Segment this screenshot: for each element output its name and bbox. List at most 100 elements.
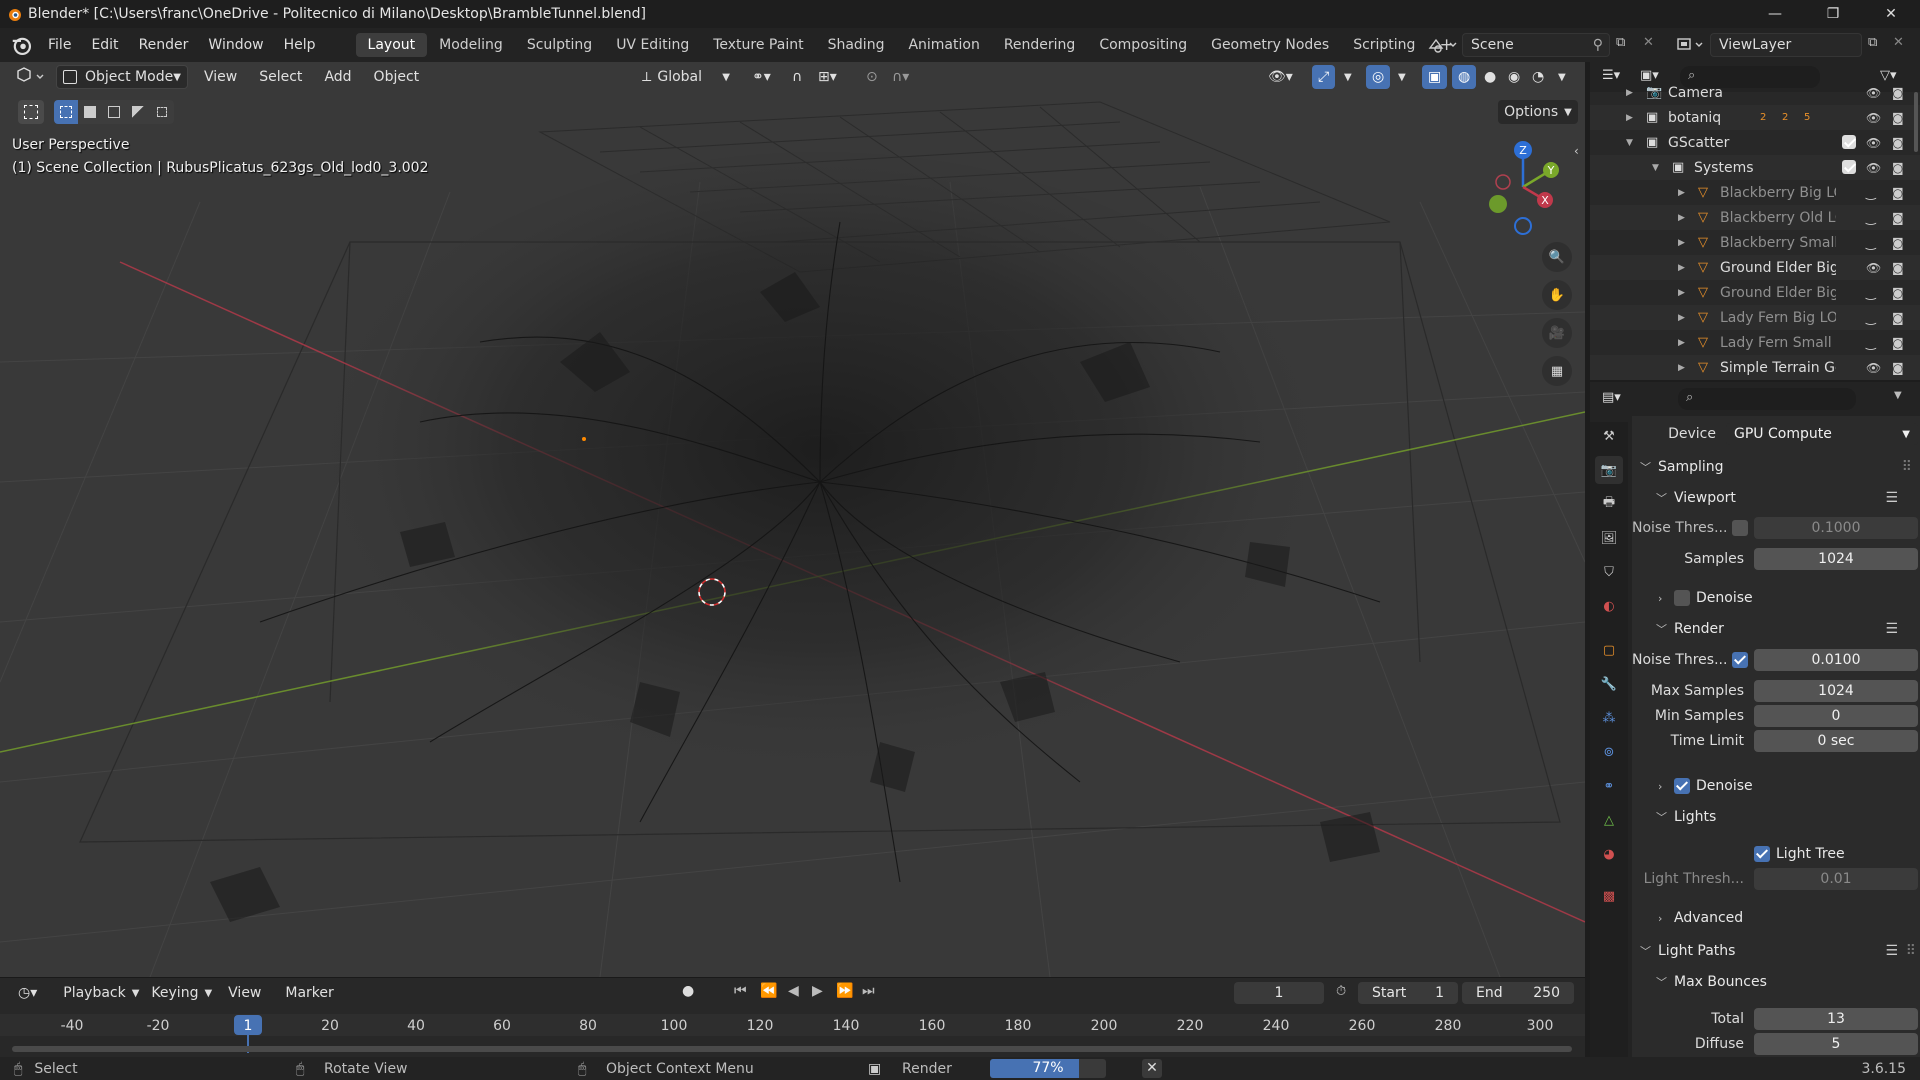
proportional-edit-icon[interactable]: ⊙	[860, 65, 884, 89]
rendered-shading-icon[interactable]: ◔	[1526, 65, 1550, 89]
render-subpanel-header[interactable]: ﹀ Render ☰	[1632, 617, 1920, 641]
view-layer-icon[interactable]	[1674, 34, 1708, 56]
presets-list-icon[interactable]: ☰	[1885, 621, 1898, 637]
jump-end-icon[interactable]: ⏭	[862, 983, 875, 999]
outliner-row[interactable]: ▶ 📷 Camera 👁 ◙	[1590, 80, 1920, 105]
menu-add[interactable]: Add	[318, 65, 357, 89]
time-limit-field[interactable]: 0 sec	[1754, 730, 1918, 752]
snap-magnet-icon[interactable]: ∩	[786, 65, 808, 89]
tab-object[interactable]: ▢	[1595, 636, 1623, 664]
tab-render-properties[interactable]: 📷	[1595, 456, 1623, 484]
transform-orientation-dropdown[interactable]: ⟂ Global ▼	[636, 65, 736, 89]
menu-render[interactable]: Render	[129, 37, 199, 53]
render-camera-icon[interactable]: ◙	[1892, 236, 1904, 250]
options-dropdown[interactable]: Options ▼	[1498, 100, 1578, 124]
outliner-row[interactable]: ▼ ▣ Systems 👁 ◙	[1590, 155, 1920, 180]
expand-right-icon[interactable]: ▶	[1678, 188, 1685, 198]
eye-closed-icon[interactable]: ‿	[1866, 236, 1876, 250]
drag-handle-icon[interactable]: ⠿	[1906, 943, 1916, 959]
snap-target-icon[interactable]: ⊞▾	[812, 65, 843, 89]
pivot-point-icon[interactable]: ⚭▾	[746, 65, 777, 89]
outliner-panel[interactable]: ☰▾ ▣▾ ⌕ ▽▾ ▶ 📷 Camera 👁 ◙ ▶ ▣ botaniq 2 2 5 👁 ◙ ▼ ▣ GSc…	[1590, 62, 1920, 380]
current-frame-field[interactable]: 1	[1234, 982, 1324, 1004]
maximize-button[interactable]: ❐	[1804, 0, 1862, 28]
render-camera-icon[interactable]: ◙	[1892, 211, 1904, 225]
new-view-layer-icon[interactable]: ⧉	[1868, 35, 1877, 50]
properties-search-input[interactable]: ⌕	[1678, 388, 1856, 410]
eye-icon[interactable]: 👁	[1866, 136, 1881, 150]
tab-material[interactable]: ◕	[1595, 840, 1623, 868]
tab-constraints[interactable]: ⚭	[1595, 772, 1623, 800]
viewport-subpanel-header[interactable]: ﹀ Viewport ☰	[1632, 486, 1920, 510]
tab-shading[interactable]: Shading	[816, 33, 897, 57]
eye-icon[interactable]: 👁	[1866, 86, 1881, 100]
tab-layout[interactable]: Layout	[355, 33, 428, 57]
tab-geometry-nodes[interactable]: Geometry Nodes	[1199, 33, 1341, 57]
material-shading-icon[interactable]: ◉	[1502, 65, 1526, 89]
menu-select[interactable]: Select	[253, 65, 308, 89]
tab-data[interactable]: △	[1595, 806, 1623, 834]
menu-object[interactable]: Object	[368, 65, 426, 89]
pan-view-button[interactable]: ✋	[1542, 280, 1572, 310]
expand-right-icon[interactable]: ▶	[1678, 238, 1685, 248]
select-intersect-icon[interactable]	[150, 100, 174, 124]
render-camera-icon[interactable]: ◙	[1892, 161, 1904, 175]
menu-file[interactable]: File	[38, 37, 81, 53]
tab-modeling[interactable]: Modeling	[427, 33, 515, 57]
lights-subpanel-header[interactable]: ﹀ Lights	[1632, 805, 1920, 829]
scene-name-field[interactable]: Scene ⚲	[1462, 33, 1610, 57]
menu-window[interactable]: Window	[198, 37, 273, 53]
menu-help[interactable]: Help	[274, 37, 326, 53]
record-keyframe-icon[interactable]: ●	[682, 983, 694, 999]
properties-editor-type-icon[interactable]: ▤▾	[1602, 390, 1621, 405]
render-camera-icon[interactable]: ◙	[1892, 286, 1904, 300]
outliner-row[interactable]: ▶ ▽ Blackberry Big LO ‿ ◙	[1590, 180, 1920, 205]
expand-down-icon[interactable]: ▼	[1626, 138, 1633, 148]
outliner-row[interactable]: ▶ ▽ Blackberry Old LO ‿ ◙	[1590, 205, 1920, 230]
navigation-gizmo[interactable]: Z Y X	[1468, 132, 1578, 242]
render-camera-icon[interactable]: ◙	[1892, 261, 1904, 275]
vp-noise-field[interactable]: 0.1000	[1754, 517, 1918, 539]
expand-right-icon[interactable]: ▶	[1678, 288, 1685, 298]
render-camera-icon[interactable]: ◙	[1892, 186, 1904, 200]
sampling-panel-header[interactable]: ﹀ Sampling ⠿	[1632, 455, 1920, 479]
xray-toggle-icon[interactable]: ▣	[1422, 65, 1448, 89]
blender-menu-icon[interactable]	[10, 34, 32, 56]
eye-icon[interactable]: 👁	[1866, 261, 1881, 275]
jump-start-icon[interactable]: ⏮	[734, 983, 747, 999]
timeline-editor[interactable]: ◷▾ Playback ▼ Keying ▼ View Marker ● ⏮ ⏪…	[0, 977, 1585, 1057]
gizmo-dropdown-icon[interactable]: ▼	[1338, 65, 1358, 89]
delete-view-layer-icon[interactable]: ✕	[1893, 35, 1904, 50]
viewport-denoise-row[interactable]: › Denoise	[1632, 586, 1920, 610]
presets-list-icon[interactable]: ☰	[1885, 943, 1898, 959]
eye-closed-icon[interactable]: ‿	[1866, 186, 1876, 200]
select-tool-button[interactable]	[18, 100, 44, 124]
tab-texture[interactable]: ▩	[1595, 882, 1623, 910]
tab-sculpting[interactable]: Sculpting	[515, 33, 604, 57]
jump-keyframe-back-icon[interactable]: ⏪	[760, 983, 777, 999]
pin-icon[interactable]: ⚲	[1593, 37, 1603, 53]
tab-compositing[interactable]: Compositing	[1087, 33, 1199, 57]
render-camera-icon[interactable]: ◙	[1892, 361, 1904, 375]
vp-denoise-checkbox[interactable]	[1674, 590, 1690, 606]
expand-right-icon[interactable]: ▶	[1678, 338, 1685, 348]
timeline-editor-type-icon[interactable]: ◷▾	[12, 981, 43, 1005]
menu-playback[interactable]: Playback	[57, 981, 131, 1005]
light-thresh-field[interactable]: 0.01	[1754, 868, 1918, 890]
perspective-toggle-button[interactable]: ▦	[1542, 356, 1572, 386]
tab-rendering[interactable]: Rendering	[992, 33, 1088, 57]
timeline-scrollbar[interactable]	[12, 1046, 1572, 1052]
expand-right-icon[interactable]: ▶	[1626, 113, 1633, 123]
light-tree-row[interactable]: Light Tree	[1632, 842, 1920, 866]
outliner-row[interactable]: ▶ ▽ Ground Elder Big I 👁 ◙	[1590, 255, 1920, 280]
zoom-view-button[interactable]: 🔍	[1542, 242, 1572, 272]
overlays-toggle-icon[interactable]: ◎	[1366, 65, 1391, 89]
expand-right-icon[interactable]: ▶	[1678, 363, 1685, 373]
menu-edit[interactable]: Edit	[81, 37, 128, 53]
light-paths-panel-header[interactable]: ﹀ Light Paths ☰ ⠿	[1632, 939, 1920, 963]
end-frame-field[interactable]: End 250	[1462, 982, 1574, 1004]
light-tree-checkbox[interactable]	[1754, 846, 1770, 862]
close-window-button[interactable]: ✕	[1862, 0, 1920, 28]
exclude-checkbox[interactable]	[1842, 160, 1856, 174]
eye-closed-icon[interactable]: ‿	[1866, 311, 1876, 325]
